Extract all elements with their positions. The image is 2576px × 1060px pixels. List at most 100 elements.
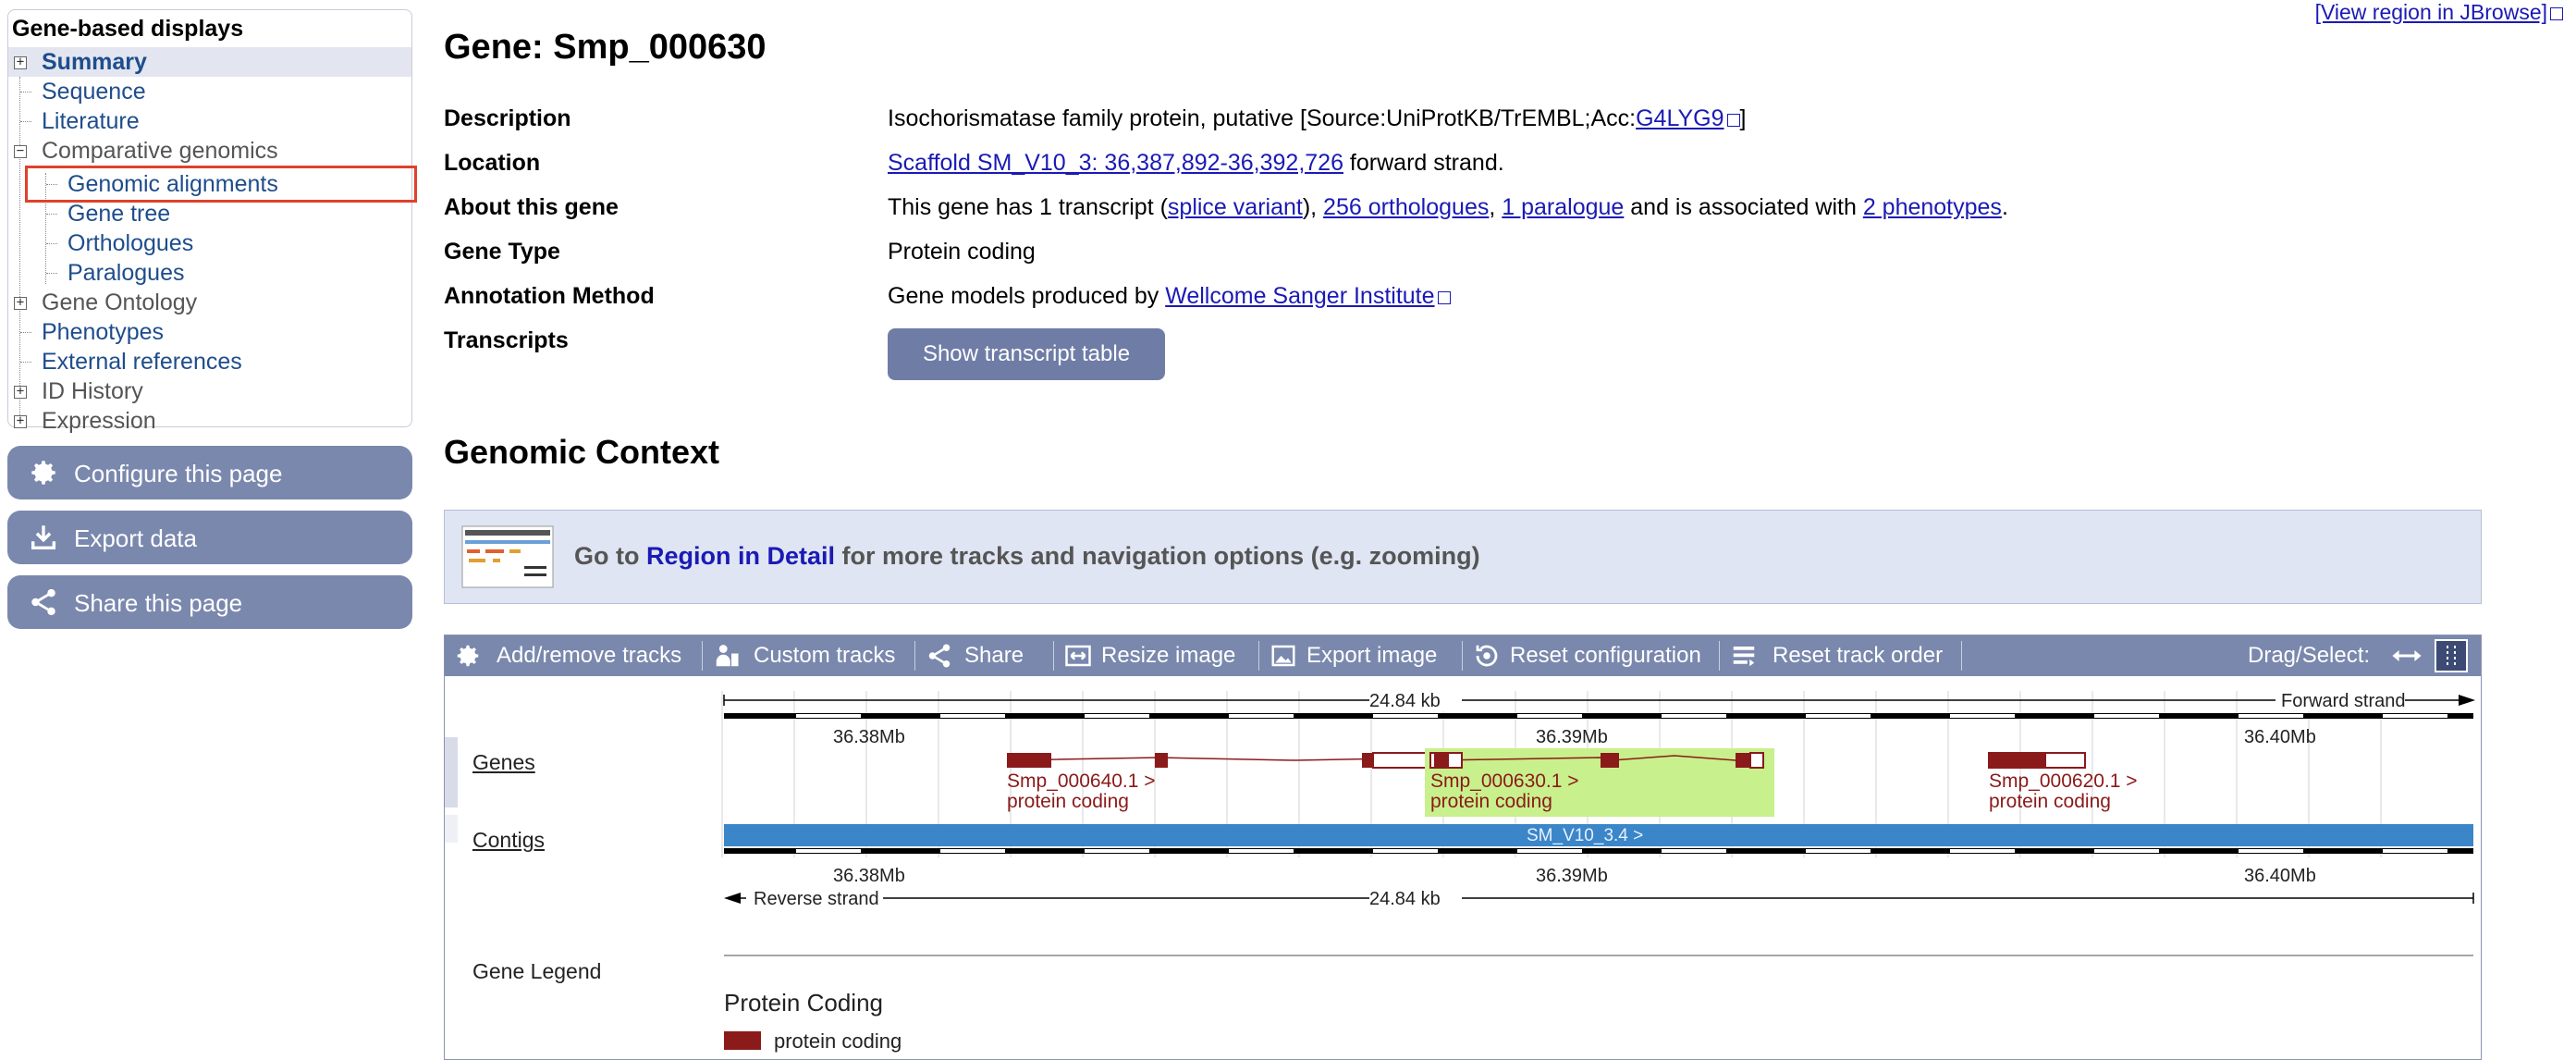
sidebar-item-sequence[interactable]: Sequence bbox=[42, 77, 146, 106]
reverse-strand-label: Reverse strand bbox=[754, 889, 879, 909]
sidebar-item-paralogues[interactable]: Paralogues bbox=[67, 258, 184, 288]
custom-tracks-icon bbox=[716, 645, 739, 667]
paralogue-link[interactable]: 1 paralogue bbox=[1502, 194, 1624, 220]
gene-biotype-620: protein coding bbox=[1989, 791, 2111, 812]
gene-biotype-630: protein coding bbox=[1430, 791, 1552, 812]
sidebar-item-genomic-alignments[interactable]: Genomic alignments bbox=[67, 169, 278, 199]
share-icon bbox=[928, 644, 951, 668]
resize-image-button[interactable]: Resize image bbox=[1101, 635, 1235, 676]
sidebar-item-gene-tree[interactable]: Gene tree bbox=[67, 199, 170, 228]
jbrowse-link-text[interactable]: [View region in JBrowse] bbox=[2315, 0, 2547, 24]
expand-icon[interactable]: + bbox=[14, 414, 27, 428]
sidebar-item-comparative-genomics[interactable]: Comparative genomics bbox=[42, 136, 278, 166]
sidebar-item-expression[interactable]: Expression bbox=[42, 406, 156, 436]
tree-line bbox=[19, 77, 20, 428]
value-about-gene: This gene has 1 transcript (splice varia… bbox=[888, 194, 2008, 220]
configure-page-button[interactable]: Configure this page bbox=[7, 446, 412, 499]
label-location: Location bbox=[444, 150, 541, 176]
label-description: Description bbox=[444, 105, 571, 131]
gear-icon bbox=[457, 645, 479, 667]
expand-icon[interactable]: + bbox=[14, 296, 27, 310]
download-icon bbox=[31, 525, 56, 550]
span-top-label: 24.84 kb bbox=[1369, 691, 1441, 711]
external-link-icon bbox=[1437, 291, 1451, 304]
expand-icon[interactable]: + bbox=[14, 55, 27, 69]
export-data-button[interactable]: Export data bbox=[7, 511, 412, 564]
select-mode-button[interactable] bbox=[2435, 639, 2468, 672]
sidebar-item-external-references[interactable]: External references bbox=[42, 347, 242, 376]
sidebar-item-id-history[interactable]: ID History bbox=[42, 376, 143, 406]
gene-label-640: Smp_000640.1 > bbox=[1007, 770, 1156, 792]
label-annotation-method: Annotation Method bbox=[444, 283, 655, 309]
drag-select-label: Drag/Select: bbox=[2248, 643, 2371, 668]
share-button[interactable]: Share bbox=[964, 635, 1024, 676]
track-label-genes[interactable]: Genes bbox=[472, 750, 535, 775]
view-in-jbrowse-link[interactable]: [View region in JBrowse] bbox=[2315, 0, 2563, 25]
orthologues-link[interactable]: 256 orthologues bbox=[1323, 194, 1489, 220]
gene-legend-title: Gene Legend bbox=[472, 959, 602, 983]
add-remove-tracks-button[interactable]: Add/remove tracks bbox=[497, 635, 681, 676]
location-link[interactable]: Scaffold SM_V10_3: 36,387,892-36,392,726 bbox=[888, 150, 1343, 176]
genome-viewer: Add/remove tracks Custom tracks Share Re… bbox=[444, 635, 2482, 1060]
share-page-button[interactable]: Share this page bbox=[7, 575, 412, 629]
region-in-detail-link[interactable]: Region in Detail bbox=[646, 542, 835, 570]
region-in-detail-banner: Go to Region in Detail for more tracks a… bbox=[444, 510, 2482, 604]
reset-configuration-button[interactable]: Reset configuration bbox=[1510, 635, 1701, 676]
phenotypes-link[interactable]: 2 phenotypes bbox=[1863, 194, 2002, 220]
reverse-arrow-icon bbox=[724, 893, 741, 904]
sidebar-item-literature[interactable]: Literature bbox=[42, 106, 140, 136]
gear-icon bbox=[31, 461, 55, 485]
export-image-button[interactable]: Export image bbox=[1306, 635, 1437, 676]
tick-label-2: 36.39Mb bbox=[1536, 727, 1608, 747]
expand-icon[interactable]: + bbox=[14, 385, 27, 399]
legend-heading: Protein Coding bbox=[724, 989, 883, 1017]
gene-smp-000630[interactable]: Smp_000630.1 > protein coding bbox=[1425, 748, 1774, 817]
sanger-link[interactable]: Wellcome Sanger Institute bbox=[1165, 283, 1434, 309]
splice-variant-link[interactable]: splice variant bbox=[1168, 194, 1303, 220]
legend-item-label: protein coding bbox=[774, 1029, 902, 1053]
show-transcript-table-button[interactable]: Show transcript table bbox=[888, 328, 1165, 380]
gene-biotype-640: protein coding bbox=[1007, 791, 1129, 812]
uniprot-link[interactable]: G4LYG9 bbox=[1636, 105, 1723, 131]
region-in-detail-text: Go to Region in Detail for more tracks a… bbox=[574, 542, 1480, 570]
select-mode-icon bbox=[2447, 646, 2456, 666]
custom-tracks-button[interactable]: Custom tracks bbox=[754, 635, 895, 676]
gene-label-620: Smp_000620.1 > bbox=[1989, 770, 2138, 792]
gene-smp-000620[interactable]: Smp_000620.1 > protein coding bbox=[1988, 752, 2138, 812]
tick-label-bottom-3: 36.40Mb bbox=[2244, 866, 2316, 886]
track-image[interactable]: 24.84 kb Forward strand 36.38Mb 36.39Mb … bbox=[445, 676, 2482, 1060]
section-title-genomic-context: Genomic Context bbox=[444, 433, 720, 471]
tick-label-1: 36.38Mb bbox=[833, 727, 905, 747]
sidebar-item-orthologues[interactable]: Orthologues bbox=[67, 228, 193, 258]
share-icon bbox=[31, 588, 55, 616]
value-gene-type: Protein coding bbox=[888, 239, 1036, 265]
value-description: Isochorismatase family protein, putative… bbox=[888, 105, 1747, 131]
resize-icon bbox=[1065, 645, 1091, 667]
drag-mode-icon[interactable] bbox=[2390, 642, 2423, 670]
export-data-label: Export data bbox=[74, 524, 197, 552]
page-title: Gene: Smp_000630 bbox=[444, 28, 767, 67]
share-page-label: Share this page bbox=[74, 589, 243, 617]
label-transcripts: Transcripts bbox=[444, 327, 569, 353]
external-link-icon bbox=[2550, 7, 2563, 20]
region-thumbnail-icon bbox=[461, 525, 554, 588]
sidebar-nav: Gene-based displays + Summary Sequence L… bbox=[7, 9, 417, 434]
genes-track-handle[interactable] bbox=[445, 737, 458, 807]
reset-track-order-button[interactable]: Reset track order bbox=[1773, 635, 1943, 676]
bottom-ruler bbox=[724, 848, 2473, 854]
sidebar-item-gene-ontology[interactable]: Gene Ontology bbox=[42, 288, 197, 317]
collapse-icon[interactable]: − bbox=[14, 144, 27, 158]
value-location: Scaffold SM_V10_3: 36,387,892-36,392,726… bbox=[888, 150, 1504, 176]
label-gene-type: Gene Type bbox=[444, 239, 560, 265]
sidebar-item-phenotypes[interactable]: Phenotypes bbox=[42, 317, 164, 347]
image-icon bbox=[1271, 645, 1295, 667]
track-label-contigs[interactable]: Contigs bbox=[472, 828, 545, 853]
tick-label-3: 36.40Mb bbox=[2244, 727, 2316, 747]
sidebar-title: Gene-based displays bbox=[12, 16, 244, 42]
legend-swatch bbox=[724, 1031, 761, 1050]
contigs-track-handle[interactable] bbox=[445, 815, 458, 843]
reorder-icon bbox=[1733, 647, 1755, 667]
forward-strand-label: Forward strand bbox=[2281, 691, 2406, 711]
gene-label-630: Smp_000630.1 > bbox=[1430, 770, 1579, 792]
sidebar-item-summary[interactable]: Summary bbox=[42, 47, 147, 77]
